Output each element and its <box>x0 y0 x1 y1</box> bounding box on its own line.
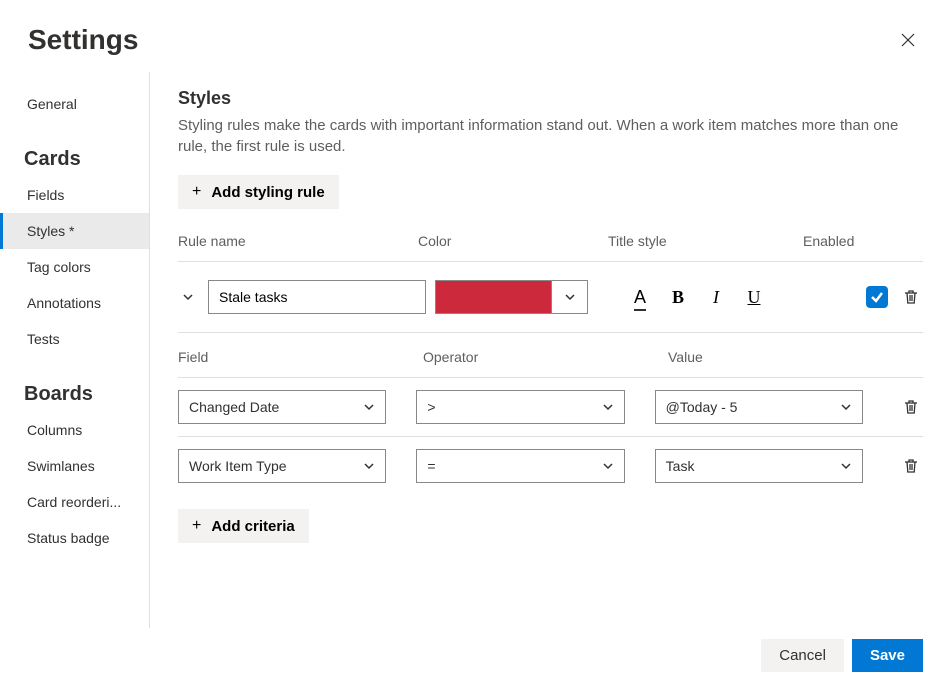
col-field: Field <box>178 349 423 365</box>
criteria-row: Changed Date > @Today - 5 <box>178 377 923 436</box>
color-dropdown[interactable] <box>551 281 587 313</box>
value-select[interactable]: @Today - 5 <box>655 390 863 424</box>
check-icon <box>870 290 884 304</box>
operator-select[interactable]: = <box>416 449 624 483</box>
color-picker[interactable] <box>435 280 588 314</box>
sidebar-item-status-badge[interactable]: Status badge <box>0 520 149 556</box>
underline-button[interactable]: U <box>742 285 766 309</box>
enabled-checkbox[interactable] <box>866 286 888 308</box>
operator-value: > <box>427 399 435 415</box>
chevron-down-icon <box>182 291 194 303</box>
col-color: Color <box>418 233 608 249</box>
add-criteria-label: Add criteria <box>211 518 294 535</box>
field-value: Work Item Type <box>189 458 287 474</box>
add-rule-label: Add styling rule <box>211 184 324 201</box>
sidebar-item-card-reordering[interactable]: Card reorderi... <box>0 484 149 520</box>
trash-icon <box>903 289 919 305</box>
color-swatch <box>436 281 551 313</box>
chevron-down-icon <box>363 460 375 472</box>
delete-rule-button[interactable] <box>899 285 923 309</box>
sidebar-item-swimlanes[interactable]: Swimlanes <box>0 448 149 484</box>
value-select[interactable]: Task <box>655 449 863 483</box>
operator-value: = <box>427 458 435 474</box>
font-color-icon: A <box>634 287 646 308</box>
rule-row: A B I U <box>178 261 923 333</box>
delete-criteria-button[interactable] <box>899 454 923 478</box>
close-button[interactable] <box>893 25 923 55</box>
font-color-button[interactable]: A <box>628 285 652 309</box>
col-value: Value <box>668 349 888 365</box>
criteria-row: Work Item Type = Task <box>178 436 923 495</box>
sidebar-item-tests[interactable]: Tests <box>0 321 149 357</box>
rule-name-input[interactable] <box>208 280 426 314</box>
value-value: @Today - 5 <box>666 399 738 415</box>
save-button[interactable]: Save <box>852 639 923 672</box>
close-icon <box>901 33 915 47</box>
col-operator: Operator <box>423 349 668 365</box>
sidebar-item-annotations[interactable]: Annotations <box>0 285 149 321</box>
trash-icon <box>903 399 919 415</box>
col-enabled: Enabled <box>803 233 933 249</box>
sidebar-item-columns[interactable]: Columns <box>0 412 149 448</box>
sidebar-item-tag-colors[interactable]: Tag colors <box>0 249 149 285</box>
delete-criteria-button[interactable] <box>899 395 923 419</box>
chevron-down-icon <box>840 401 852 413</box>
chevron-down-icon <box>840 460 852 472</box>
field-value: Changed Date <box>189 399 279 415</box>
sidebar: General Cards Fields Styles * Tag colors… <box>0 72 150 628</box>
add-criteria-button[interactable]: + Add criteria <box>178 509 309 543</box>
plus-icon: + <box>192 183 201 201</box>
sidebar-item-fields[interactable]: Fields <box>0 177 149 213</box>
sidebar-item-styles[interactable]: Styles * <box>0 213 149 249</box>
chevron-down-icon <box>602 460 614 472</box>
add-styling-rule-button[interactable]: + Add styling rule <box>178 175 339 209</box>
expand-toggle[interactable] <box>178 287 198 307</box>
value-value: Task <box>666 458 695 474</box>
sidebar-section-cards: Cards <box>0 140 149 177</box>
sidebar-section-boards: Boards <box>0 375 149 412</box>
field-select[interactable]: Changed Date <box>178 390 386 424</box>
trash-icon <box>903 458 919 474</box>
bold-button[interactable]: B <box>666 285 690 309</box>
cancel-button[interactable]: Cancel <box>761 639 844 672</box>
col-rule-name: Rule name <box>178 233 418 249</box>
col-title-style: Title style <box>608 233 803 249</box>
italic-button[interactable]: I <box>704 285 728 309</box>
sidebar-item-general[interactable]: General <box>0 88 149 122</box>
field-select[interactable]: Work Item Type <box>178 449 386 483</box>
chevron-down-icon <box>363 401 375 413</box>
chevron-down-icon <box>602 401 614 413</box>
plus-icon: + <box>192 517 201 535</box>
section-heading: Styles <box>178 88 923 109</box>
chevron-down-icon <box>564 291 576 303</box>
page-title: Settings <box>28 24 138 56</box>
main-content: Styles Styling rules make the cards with… <box>150 72 951 628</box>
operator-select[interactable]: > <box>416 390 624 424</box>
section-description: Styling rules make the cards with import… <box>178 115 923 157</box>
